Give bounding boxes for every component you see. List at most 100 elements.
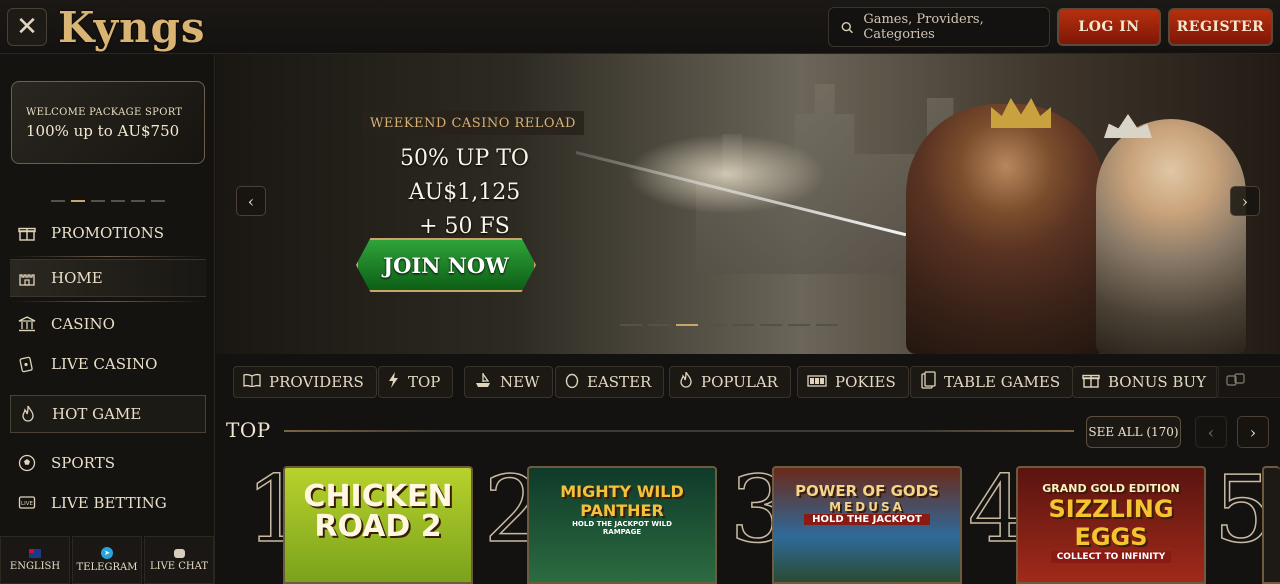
- promo-carousel-dots: [51, 200, 165, 202]
- sidebar-item-casino[interactable]: CASINO: [10, 305, 206, 343]
- category-label: EASTER: [587, 373, 652, 391]
- chat-icon: [173, 548, 185, 558]
- category-more[interactable]: [1216, 366, 1280, 398]
- telegram-icon: ➤: [101, 547, 113, 559]
- tiara-icon: [1104, 114, 1152, 138]
- game-card-sizzling-eggs[interactable]: GRAND GOLD EDITION SIZZLING EGGS COLLECT…: [1016, 466, 1206, 584]
- sidebar-item-label: HOME: [51, 269, 103, 287]
- carousel-dot[interactable]: [111, 200, 125, 202]
- sidebar-item-label: HOT GAME: [52, 405, 142, 423]
- category-providers[interactable]: PROVIDERS: [233, 366, 377, 398]
- category-label: PROVIDERS: [269, 373, 364, 391]
- banner-king-figure: [906, 104, 1106, 354]
- category-easter[interactable]: EASTER: [555, 366, 665, 398]
- telegram-link[interactable]: ➤ TELEGRAM: [72, 536, 142, 584]
- games-next-button[interactable]: ›: [1237, 416, 1269, 448]
- welcome-promo-card[interactable]: WELCOME PACKAGE SPORT 100% up to AU$750: [11, 81, 205, 164]
- carousel-dot[interactable]: [151, 200, 165, 202]
- category-label: TOP: [408, 373, 441, 391]
- category-pokies[interactable]: POKIES: [797, 366, 909, 398]
- banner-carousel-dots: [620, 324, 838, 326]
- live-tv-icon: LIVE: [17, 493, 37, 513]
- search-input[interactable]: Games, Providers, Categories: [828, 7, 1050, 47]
- dice-icon: [1226, 373, 1246, 391]
- carousel-dot[interactable]: [732, 324, 754, 326]
- cards-icon: [920, 371, 936, 393]
- carousel-dot[interactable]: [131, 200, 145, 202]
- banner-queen-figure: [1096, 119, 1246, 354]
- category-label: POKIES: [835, 373, 896, 391]
- join-now-label: JOIN NOW: [356, 238, 536, 292]
- category-label: TABLE GAMES: [944, 373, 1061, 391]
- see-all-button[interactable]: SEE ALL (170): [1086, 416, 1181, 448]
- flame-icon: [679, 371, 693, 392]
- game-card-5[interactable]: [1262, 466, 1280, 584]
- carousel-dot[interactable]: [788, 324, 810, 326]
- category-label: NEW: [500, 373, 540, 391]
- category-table-games[interactable]: TABLE GAMES: [910, 366, 1074, 398]
- category-bonus-buy[interactable]: BONUS BUY: [1072, 366, 1219, 398]
- ship-icon: [474, 372, 492, 392]
- game-card-chicken-road-2[interactable]: CHICKEN ROAD 2: [283, 466, 473, 584]
- game-title: MIGHTY WILD: [560, 482, 684, 501]
- sidebar-item-label: CASINO: [51, 315, 115, 333]
- castle-icon: [17, 268, 37, 288]
- sidebar-item-live-casino[interactable]: LIVE CASINO: [10, 345, 206, 383]
- close-icon: ✕: [16, 12, 38, 42]
- section-title-top: TOP: [226, 418, 271, 442]
- category-label: BONUS BUY: [1108, 373, 1206, 391]
- category-label: POPULAR: [701, 373, 778, 391]
- hero-banner[interactable]: WEEKEND CASINO RELOAD 50% UP TO AU$1,125…: [216, 54, 1280, 354]
- banner-prev-button[interactable]: ‹: [236, 186, 266, 216]
- game-tagline: COLLECT TO INFINITY: [1050, 551, 1172, 563]
- carousel-dot[interactable]: [760, 324, 782, 326]
- sidebar-item-label: SPORTS: [51, 454, 115, 472]
- games-prev-button[interactable]: ‹: [1195, 416, 1227, 448]
- carousel-dot[interactable]: [648, 324, 670, 326]
- promo-card-subtitle: WELCOME PACKAGE SPORT: [26, 107, 183, 118]
- search-placeholder: Games, Providers, Categories: [863, 12, 984, 42]
- banner-subtitle: WEEKEND CASINO RELOAD: [362, 111, 584, 135]
- sidebar-item-home[interactable]: HOME: [10, 259, 206, 297]
- live-casino-icon: [17, 354, 37, 374]
- banner-next-button[interactable]: ›: [1230, 186, 1260, 216]
- game-subtitle: PANTHER: [580, 501, 664, 520]
- close-menu-button[interactable]: ✕: [7, 8, 47, 46]
- book-icon: [243, 373, 261, 391]
- game-card-power-of-gods-medusa[interactable]: POWER OF GODS MEDUSA HOLD THE JACKPOT: [772, 466, 962, 584]
- sidebar-item-sports[interactable]: SPORTS: [10, 444, 206, 482]
- carousel-dot[interactable]: [704, 324, 726, 326]
- australia-flag-icon: [29, 548, 41, 558]
- language-label: ENGLISH: [9, 560, 61, 572]
- game-title: GRAND GOLD EDITION: [1042, 482, 1180, 495]
- carousel-dot-active[interactable]: [676, 324, 698, 326]
- site-logo[interactable]: Kyngs: [58, 3, 205, 52]
- game-card-mighty-wild-panther[interactable]: MIGHTY WILD PANTHER HOLD THE JACKPOT WIL…: [527, 466, 717, 584]
- carousel-dot[interactable]: [51, 200, 65, 202]
- login-button[interactable]: LOG IN: [1057, 8, 1161, 46]
- register-button[interactable]: REGISTER: [1168, 8, 1273, 46]
- category-new[interactable]: NEW: [464, 366, 553, 398]
- carousel-dot[interactable]: [816, 324, 838, 326]
- sidebar-item-live-betting[interactable]: LIVE LIVE BETTING: [10, 484, 206, 522]
- live-chat-label: LIVE CHAT: [149, 560, 208, 572]
- join-now-button[interactable]: JOIN NOW: [338, 230, 554, 300]
- category-top[interactable]: TOP: [378, 366, 454, 398]
- sidebar-item-promotions[interactable]: PROMOTIONS: [10, 214, 206, 252]
- nav-divider: [10, 301, 206, 302]
- banner-headline: 50% UP TO AU$1,125 + 50 FS: [352, 142, 577, 244]
- carousel-dot-active[interactable]: [71, 200, 85, 202]
- game-title: CHICKEN: [303, 479, 453, 514]
- sidebar-item-hot-game[interactable]: HOT GAME: [10, 395, 206, 433]
- live-chat-link[interactable]: LIVE CHAT: [144, 536, 214, 584]
- game-tagline: HOLD THE JACKPOT WILD RAMPAGE: [572, 520, 672, 536]
- carousel-dot[interactable]: [620, 324, 642, 326]
- search-icon: [841, 21, 853, 33]
- category-popular[interactable]: POPULAR: [669, 366, 791, 398]
- gift-icon: [17, 223, 37, 243]
- soccer-ball-icon: [17, 453, 37, 473]
- game-subtitle: ROAD 2: [314, 509, 442, 544]
- language-selector[interactable]: ENGLISH: [0, 536, 70, 584]
- game-subtitle: MEDUSA: [829, 500, 905, 514]
- carousel-dot[interactable]: [91, 200, 105, 202]
